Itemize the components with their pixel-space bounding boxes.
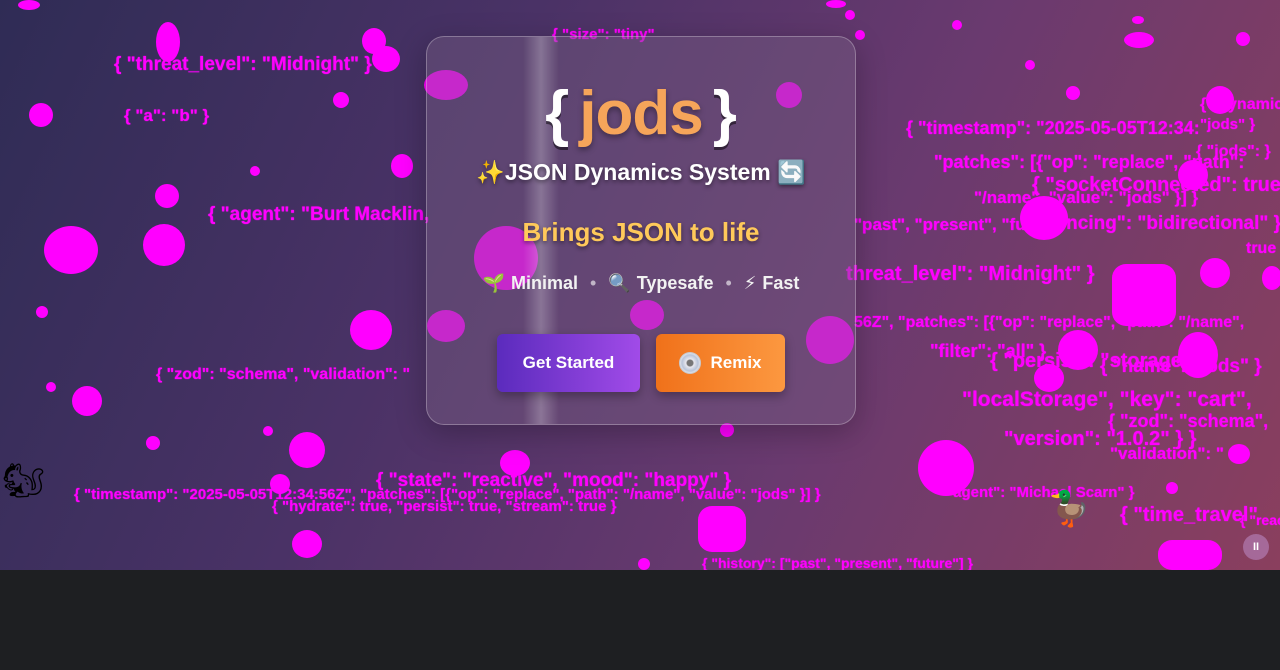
splatter-blob	[1228, 444, 1250, 464]
splatter-blob	[18, 0, 40, 10]
splatter-blob	[720, 423, 734, 437]
magnifier-icon: 🔍	[608, 273, 631, 294]
floating-json-snippet: { "timestamp": "2025-05-05T12:34:	[906, 118, 1200, 138]
splatter-blob	[1262, 266, 1280, 290]
subtitle-text: JSON Dynamics System	[504, 159, 771, 185]
remix-button[interactable]: Remix	[656, 334, 785, 392]
splatter-blob	[333, 92, 349, 108]
splatter-blob	[638, 558, 650, 570]
splatter-blob	[372, 46, 400, 72]
floating-json-snippet: { "zod": "schema", "validation": "	[156, 366, 411, 383]
feature-label: Minimal	[511, 273, 579, 293]
remix-label: Remix	[710, 353, 762, 372]
sparkles-icon: ✨	[476, 160, 505, 186]
splatter-blob	[1166, 482, 1178, 494]
squirrel-icon: 🐿	[2, 461, 46, 501]
splatter-blob	[146, 436, 160, 450]
splatter-blob	[845, 10, 855, 20]
feature-list: 🌱 Minimal • 🔍 Typesafe • ⚡ Fast	[427, 273, 855, 294]
splatter-blob	[1158, 540, 1222, 570]
floating-json-snippet: { "hydrate": true, "persist": true, "str…	[272, 498, 617, 515]
splatter-blob	[855, 30, 865, 40]
sync-icon: 🔄	[777, 160, 806, 186]
floating-json-snippet: true }	[1246, 240, 1280, 257]
splatter-blob	[952, 20, 962, 30]
floating-json-snippet: "past", "present", "future"	[854, 215, 1066, 234]
splatter-blob	[1236, 32, 1250, 46]
hero-card: {jods} ✨JSON Dynamics System 🔄 Brings JS…	[426, 36, 856, 425]
floating-json-snippet: "localStorage", "key": "cart",	[962, 388, 1252, 411]
floating-json-snippet: "jods" }	[1200, 116, 1256, 133]
floating-json-snippet: { "name": "jods" }	[1100, 356, 1262, 377]
feature-minimal: 🌱 Minimal	[482, 273, 579, 294]
tagline: Brings JSON to life	[522, 217, 760, 247]
seedling-icon: 🌱	[482, 273, 505, 294]
pause-icon: II	[1252, 541, 1260, 553]
bottom-bar	[0, 570, 1280, 670]
splatter-blob	[143, 224, 185, 266]
splatter-blob	[1025, 60, 1035, 70]
jods-logo: {jods}	[427, 79, 855, 149]
floating-json-snippet: { "jods": }	[1196, 143, 1271, 160]
floating-json-snippet: "agent": "Michael Scarn" }	[946, 484, 1135, 501]
splatter-blob	[46, 382, 56, 392]
hero-section: { "threat_level": "Midnight" } { "a": "b…	[0, 0, 1280, 570]
disc-icon	[679, 352, 702, 374]
page-subtitle: ✨JSON Dynamics System 🔄	[427, 159, 855, 186]
splatter-blob	[826, 0, 846, 8]
floating-json-snippet: { "socketConnected": true,	[1032, 174, 1280, 196]
floating-json-snippet: { "history": ["past", "present", "future…	[702, 555, 973, 570]
separator-dot: •	[725, 273, 732, 293]
splatter-blob	[698, 506, 746, 552]
splatter-blob	[72, 386, 102, 416]
splatter-blob	[1200, 258, 1230, 288]
lightning-icon: ⚡	[743, 273, 757, 294]
splatter-blob	[250, 166, 260, 176]
separator-dot: •	[590, 273, 597, 293]
splatter-blob	[263, 426, 273, 436]
logo-brace-open: {	[545, 79, 570, 148]
get-started-button[interactable]: Get Started	[497, 334, 640, 392]
floating-json-snippet: { "dynamic	[1200, 96, 1280, 113]
pause-animation-button[interactable]: II	[1243, 534, 1269, 560]
splatter-blob	[1132, 16, 1144, 24]
floating-json-snippet: 56Z", "patches": [{"op": "replace", "pat…	[854, 314, 1245, 331]
splatter-blob	[1124, 32, 1154, 48]
floating-json-snippet: "syncing": "bidirectional" }	[1036, 213, 1280, 234]
floating-json-snippet: threat_level": "Midnight" }	[846, 263, 1095, 285]
splatter-blob	[44, 226, 98, 274]
floating-json-snippet: { "time_travel"	[1120, 504, 1258, 526]
splatter-blob	[350, 310, 392, 350]
splatter-blob	[29, 103, 53, 127]
floating-json-snippet: { "threat_level": "Midnight" }	[114, 54, 372, 75]
splatter-blob	[292, 530, 322, 558]
floating-json-snippet: { "react	[1240, 512, 1280, 528]
get-started-label: Get Started	[522, 353, 615, 372]
feature-fast: ⚡ Fast	[743, 273, 800, 294]
floating-json-snippet: "validation": "	[1110, 444, 1224, 463]
duck-icon: 🦆	[1048, 489, 1091, 529]
feature-label: Fast	[762, 273, 800, 293]
splatter-blob	[36, 306, 48, 318]
splatter-blob	[289, 432, 325, 468]
feature-label: Typesafe	[636, 273, 714, 293]
logo-brace-close: }	[712, 79, 737, 148]
feature-typesafe: 🔍 Typesafe	[608, 273, 714, 294]
floating-json-snippet: { "agent": "Burt Macklin,	[208, 204, 430, 225]
splatter-blob	[391, 154, 413, 178]
logo-wordmark: jods	[579, 79, 703, 148]
floating-json-snippet: { "a": "b" }	[124, 106, 210, 125]
splatter-blob	[155, 184, 179, 208]
splatter-blob	[1066, 86, 1080, 100]
